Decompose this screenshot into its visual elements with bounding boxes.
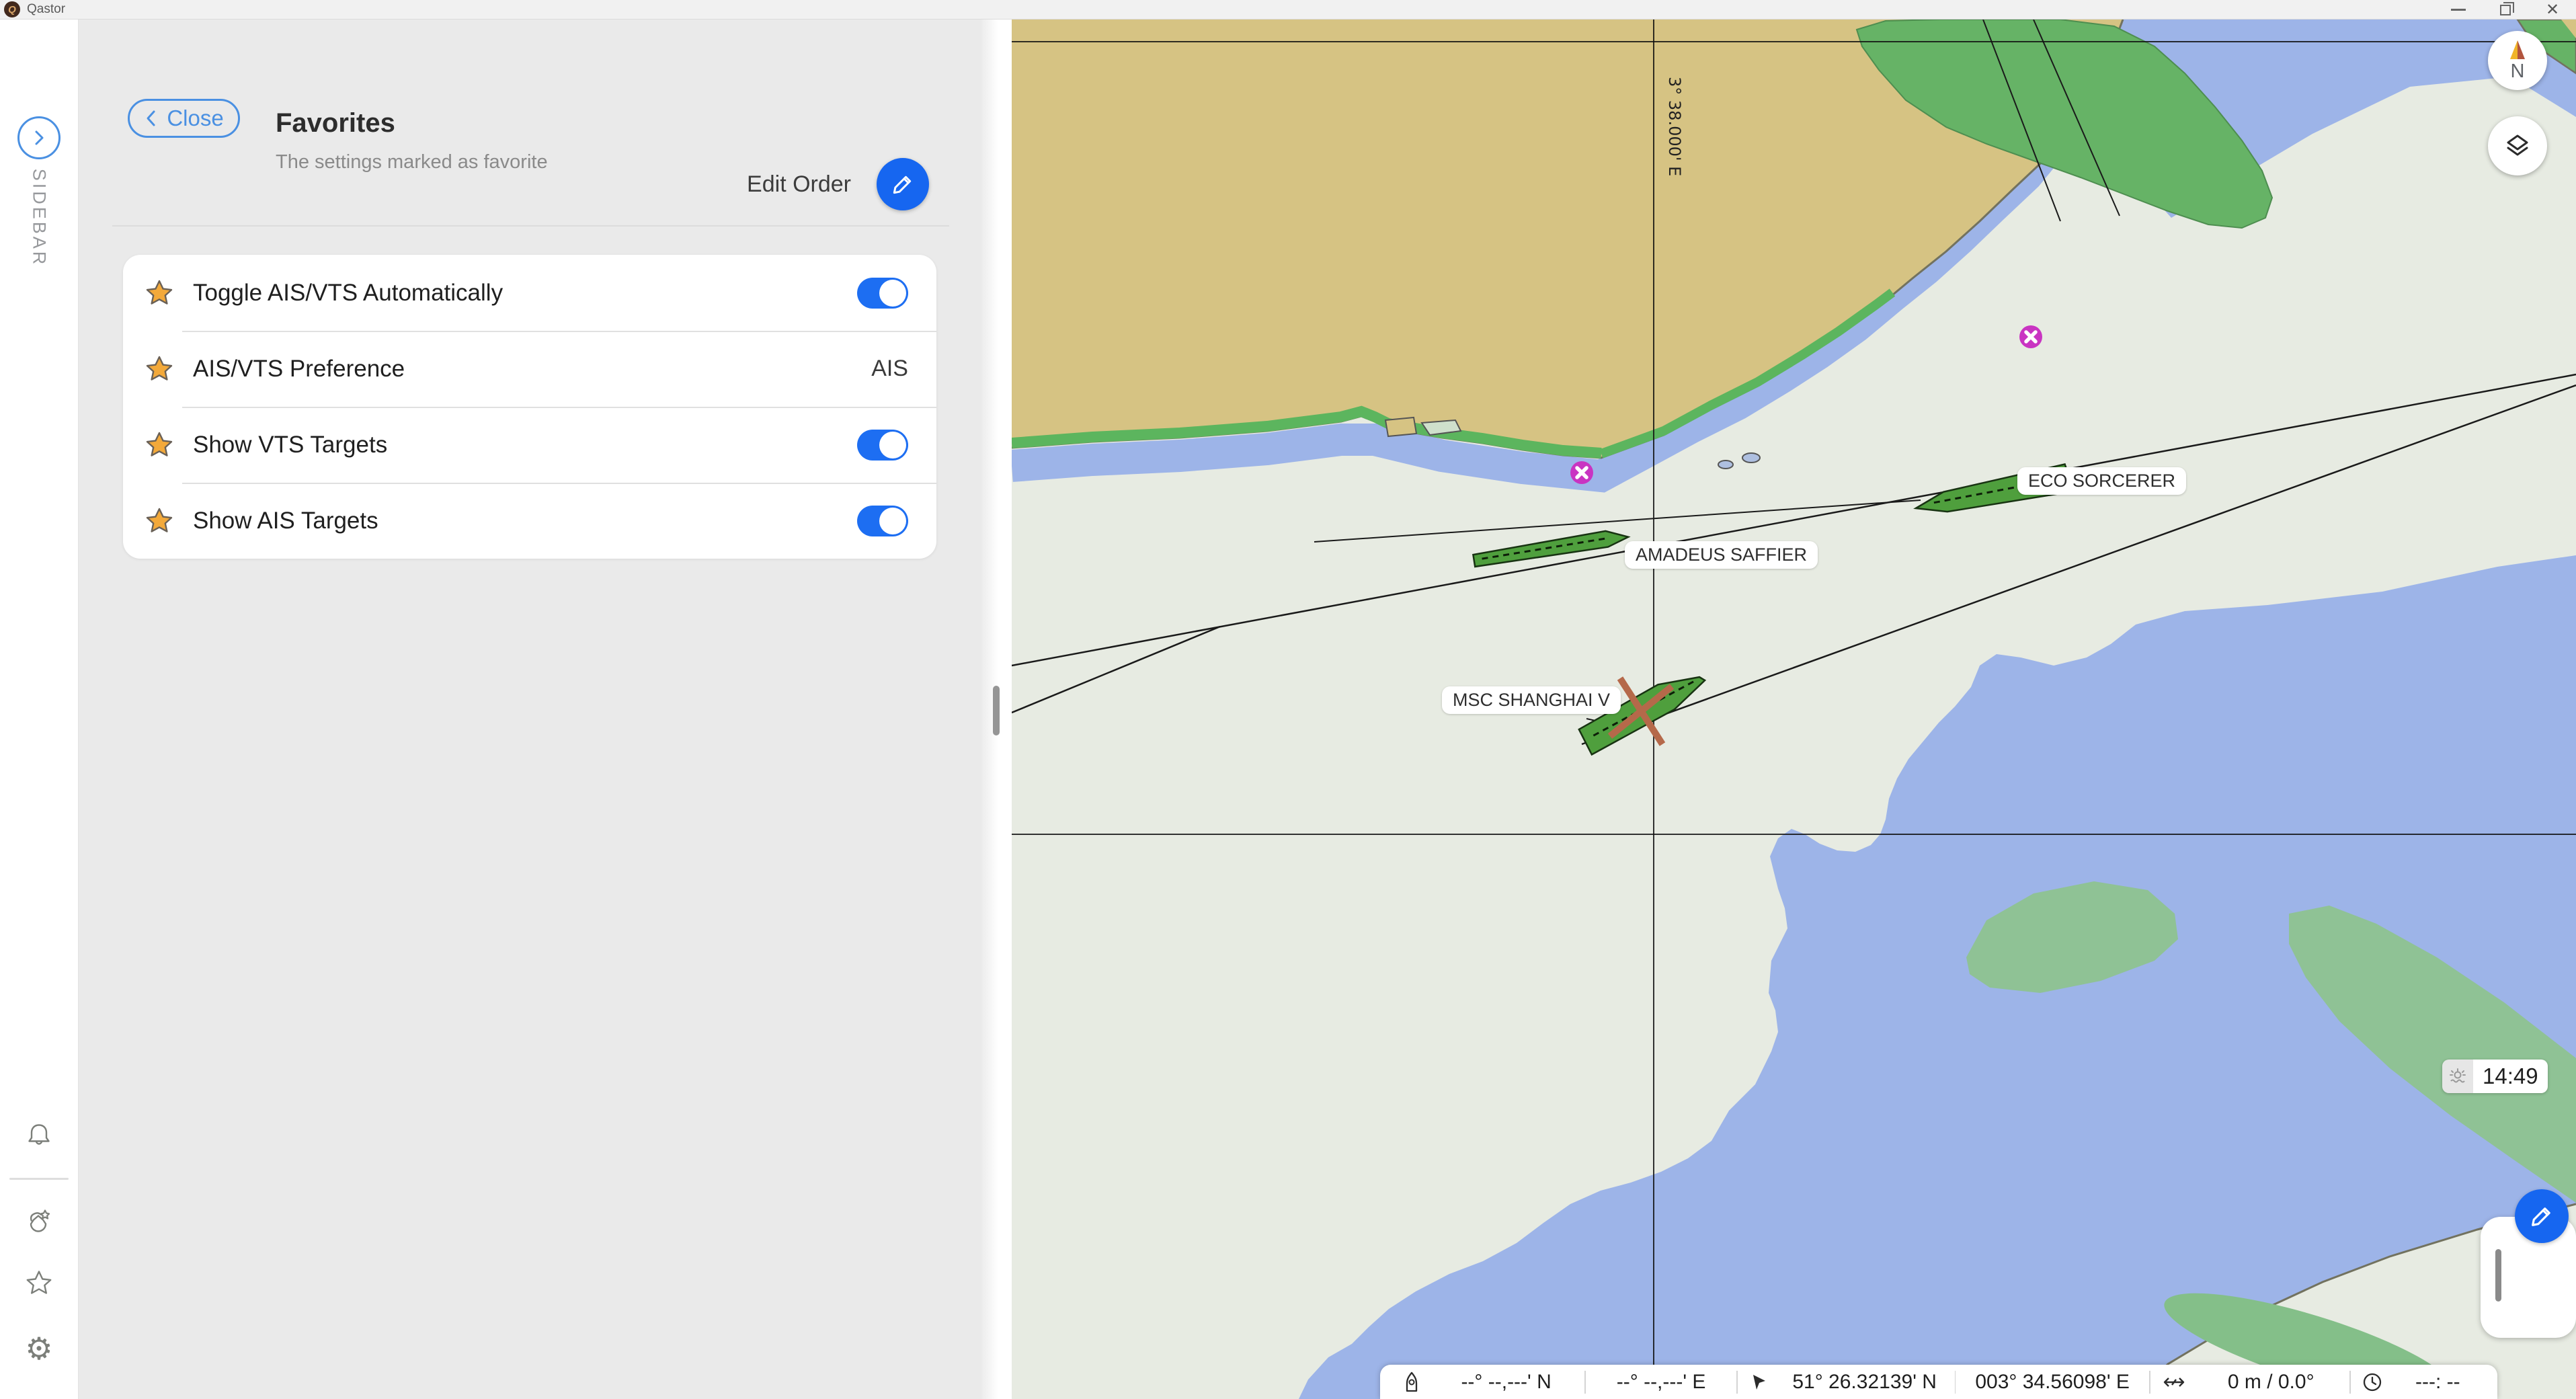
cursor-longitude: 003° 34.56098' E [1958,1371,2146,1394]
setting-row-show-vts-targets[interactable]: Show VTS Targets [123,407,936,483]
pilot-boat-button[interactable] [24,1207,54,1241]
compass-button[interactable]: N [2488,31,2547,90]
sun-segment[interactable] [2442,1060,2473,1093]
boat-star-icon [24,1207,54,1238]
setting-label: AIS/VTS Preference [193,356,871,383]
cursor-latitude: 51° 26.32139' N [1777,1371,1952,1394]
close-window-button[interactable]: ✕ [2529,0,2576,19]
clock-time: 14:49 [2473,1060,2548,1093]
own-ship-status-icon [1394,1371,1431,1394]
edit-order-row: Edit Order [747,158,929,210]
own-latitude: --° --,---' N [1431,1371,1582,1394]
toggle-knob [879,280,906,307]
setting-row-toggle-ais-vts[interactable]: Toggle AIS/VTS Automatically [123,255,936,331]
statusbar-divider [1584,1371,1586,1394]
edit-order-button[interactable] [877,158,929,210]
clock-widget[interactable]: 14:49 [2442,1060,2548,1093]
close-window-icon: ✕ [2546,2,2559,18]
panel-resize-strip[interactable] [981,19,1012,1399]
clock-icon [2362,1371,2383,1393]
favorites-button[interactable] [24,1269,54,1302]
notifications-button[interactable] [25,1121,53,1153]
layers-icon [2502,130,2533,161]
cursor-arrow-icon [1748,1372,1769,1392]
map-edit-button[interactable] [2515,1189,2569,1243]
statusbar-divider [2149,1371,2150,1394]
own-ship-icon [1400,1371,1423,1394]
statusbar-divider [1736,1371,1738,1394]
minimize-icon [2451,9,2466,11]
statusbar-divider [1955,1371,1956,1394]
compass-north-label: N [2511,61,2525,83]
setting-row-show-ais-targets[interactable]: Show AIS Targets [123,483,936,559]
gear-icon: ⚙ [25,1330,52,1367]
vessel-label-eco-sorcerer[interactable]: ECO SORCERER [2017,467,2186,495]
sunrise-icon [2448,1067,2467,1086]
expand-sidebar-button[interactable] [17,116,61,159]
eta-status-icon [2353,1371,2392,1393]
favorite-star-icon [145,354,174,384]
qastor-app-window: Q Qastor ✕ SIDEBAR [0,0,2576,1399]
range-bearing-status-icon [2153,1370,2196,1394]
chevron-left-icon [144,109,159,128]
double-arrow-icon [2162,1370,2186,1394]
layers-button[interactable] [2488,116,2547,175]
own-longitude: --° --,---' E [1588,1371,1734,1394]
favorite-star-icon [145,430,174,460]
title-bar: Q Qastor ✕ [0,0,2576,19]
left-rail: SIDEBAR ⚙ [0,19,79,1399]
app-title: Qastor [27,2,65,17]
position-status-bar: --° --,---' N --° --,---' E 51° 26.32139… [1380,1365,2497,1399]
eta-value: ---: -- [2392,1371,2484,1394]
chart-map[interactable]: 3° 38.000' E [1012,19,2576,1399]
setting-row-ais-vts-preference[interactable]: AIS/VTS Preference AIS [123,331,936,407]
maximize-icon [2500,5,2511,15]
window-controls: ✕ [2435,0,2576,19]
settings-button[interactable]: ⚙ [25,1330,52,1367]
meridian-label: 3° 38.000' E [1665,77,1684,176]
chevron-right-icon [29,128,49,148]
north-arrow-icon [2506,39,2529,62]
bell-icon [25,1121,53,1150]
show-ais-targets-switch[interactable] [857,506,908,536]
setting-label: Show VTS Targets [193,432,857,458]
toggle-knob [879,508,906,534]
chart-marker [2019,325,2042,348]
statusbar-divider [2349,1371,2351,1394]
panel-subtitle: The settings marked as favorite [276,151,548,173]
cursor-status-icon [1740,1372,1777,1392]
favorites-settings-card: Toggle AIS/VTS Automatically AIS/VTS Pre… [123,255,936,559]
setting-label: Toggle AIS/VTS Automatically [193,280,857,307]
ais-vts-preference-value: AIS [871,356,908,382]
setting-label: Show AIS Targets [193,508,857,534]
close-panel-label: Close [167,106,223,131]
toggle-ais-vts-switch[interactable] [857,278,908,309]
rail-divider [9,1178,69,1180]
nautical-chart: 3° 38.000' E [1012,19,2576,1399]
star-outline-icon [24,1269,54,1298]
pencil-icon [889,171,916,198]
panel-title: Favorites [276,108,395,138]
close-panel-button[interactable]: Close [128,99,240,138]
maximize-button[interactable] [2482,0,2529,19]
sidebar-vertical-label: SIDEBAR [29,169,50,268]
favorite-star-icon [145,506,174,536]
panel-drag-bar[interactable] [2495,1249,2501,1302]
header-divider [112,225,949,227]
favorite-star-icon [145,278,174,308]
toggle-knob [879,432,906,458]
panel-resize-handle[interactable] [993,686,1000,735]
edit-order-label: Edit Order [747,171,851,198]
vessel-label-amadeus-saffier[interactable]: AMADEUS SAFFIER [1625,541,1818,569]
show-vts-targets-switch[interactable] [857,430,908,461]
app-logo-icon: Q [4,1,20,17]
vessel-label-msc-shanghai[interactable]: MSC SHANGHAI V [1442,686,1621,714]
minimize-button[interactable] [2435,0,2482,19]
chart-marker [1570,461,1593,484]
pencil-icon [2528,1202,2556,1230]
favorites-panel: Close Favorites The settings marked as f… [79,19,981,1399]
range-bearing-value: 0 m / 0.0° [2196,1371,2347,1394]
